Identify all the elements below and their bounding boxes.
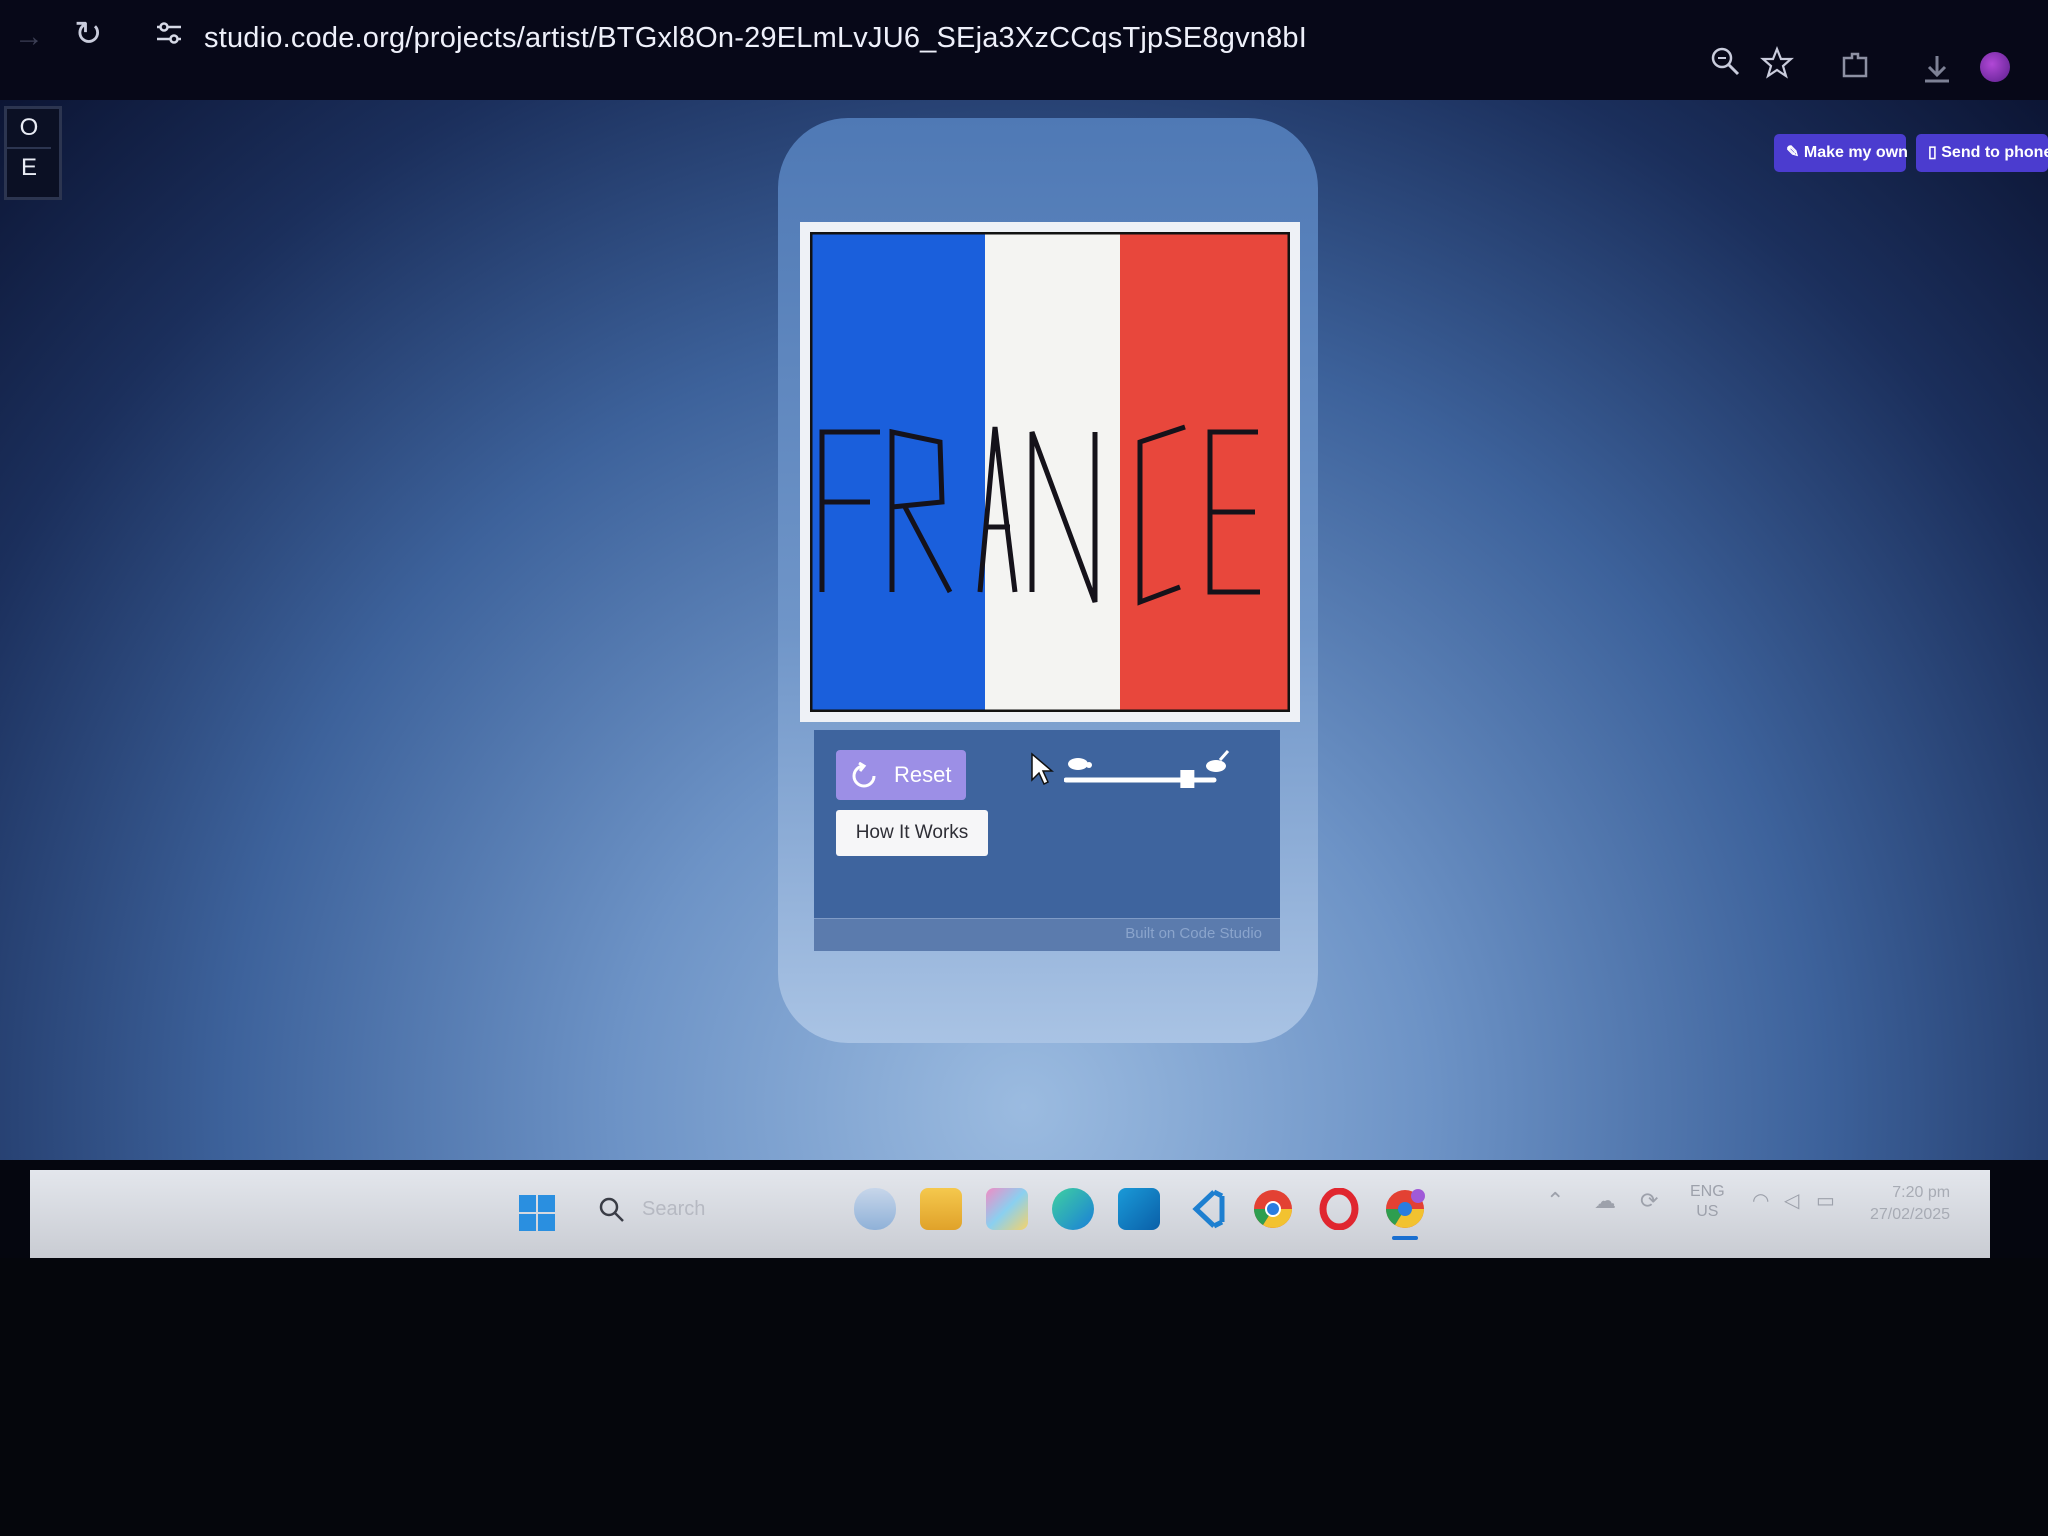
make-my-own-button[interactable]: ✎ Make my own <box>1774 134 1908 172</box>
zoom-icon[interactable] <box>1708 44 1742 78</box>
browser-toolbar: → ↻ studio.code.org/projects/artist/BTGx… <box>0 0 2048 100</box>
send-to-phone-button[interactable]: ▯ Send to phone <box>1916 134 2048 172</box>
phone-frame: Reset How It Works Built on Code Studio <box>778 118 1318 1043</box>
key-e[interactable]: E <box>7 149 51 187</box>
flag-blue-stripe <box>810 232 985 712</box>
star-icon[interactable] <box>1760 46 1794 80</box>
opera-icon[interactable] <box>1318 1188 1360 1230</box>
flag-white-stripe <box>985 232 1120 712</box>
footer-bar: Built on Code Studio <box>814 918 1280 951</box>
how-it-works-button[interactable]: How It Works <box>836 810 988 856</box>
controls-panel: Reset How It Works Built on Code Studio <box>814 730 1280 951</box>
volume-icon[interactable]: ◁ <box>1784 1188 1799 1213</box>
taskbar: Search ⌃ ☁ ⟳ ENG US ◠ ◁ ▭ 7:20 pm 27/02/… <box>30 1170 1990 1258</box>
windows-start-icon[interactable] <box>518 1194 556 1232</box>
download-icon[interactable] <box>1920 52 1954 86</box>
tray-chevron-icon[interactable]: ⌃ <box>1546 1188 1564 1214</box>
taskbar-search-field[interactable]: Search <box>642 1198 705 1221</box>
edge-icon[interactable] <box>1052 1188 1094 1230</box>
outlook-icon[interactable] <box>1118 1188 1160 1230</box>
speed-slider[interactable] <box>1064 748 1234 792</box>
turtle-icon <box>1068 758 1092 770</box>
sync-icon[interactable]: ⟳ <box>1640 1188 1658 1214</box>
phone-icon: ▯ <box>1928 144 1942 161</box>
mouse-cursor-icon <box>1031 752 1054 786</box>
reset-button[interactable]: Reset <box>836 750 966 800</box>
vscode-icon[interactable] <box>1186 1188 1228 1230</box>
search-icon[interactable] <box>598 1196 626 1224</box>
artist-stage <box>800 222 1300 722</box>
reset-icon <box>852 762 876 788</box>
laptop-bezel <box>0 1258 2048 1536</box>
file-explorer-icon[interactable] <box>920 1188 962 1230</box>
battery-icon[interactable]: ▭ <box>1816 1188 1835 1213</box>
edit-icon: ✎ <box>1786 144 1804 161</box>
built-on-code-studio-link[interactable]: Built on Code Studio <box>1125 925 1262 942</box>
page-background: O E ✎ Make my own ▯ Send to phone Reset … <box>0 100 2048 1160</box>
url-field[interactable]: studio.code.org/projects/artist/BTGxl8On… <box>204 22 1307 55</box>
system-clock[interactable]: 7:20 pm 27/02/2025 <box>1870 1182 1950 1226</box>
flag-red-stripe <box>1120 232 1290 712</box>
active-app-indicator <box>1392 1236 1418 1240</box>
speed-slider-thumb[interactable] <box>1180 770 1195 788</box>
chrome-profile-icon[interactable] <box>1384 1188 1426 1230</box>
language-indicator[interactable]: ENG US <box>1690 1182 1725 1222</box>
artist-canvas <box>810 232 1290 712</box>
site-info-icon[interactable] <box>154 18 184 48</box>
keyboard-overlay-panel: O E <box>4 106 62 200</box>
rabbit-icon <box>1206 750 1230 772</box>
weather-widget-icon[interactable] <box>854 1188 896 1230</box>
key-o[interactable]: O <box>7 109 51 149</box>
profile-avatar[interactable] <box>1980 52 2010 82</box>
chrome-icon[interactable] <box>1252 1188 1294 1230</box>
onedrive-icon[interactable]: ☁ <box>1594 1188 1616 1214</box>
reload-icon[interactable]: ↻ <box>74 14 103 54</box>
extensions-icon[interactable] <box>1838 48 1872 82</box>
forward-arrow-icon[interactable]: → <box>14 20 44 54</box>
copilot-icon[interactable] <box>986 1188 1028 1230</box>
screen: → ↻ studio.code.org/projects/artist/BTGx… <box>0 0 2048 1536</box>
wifi-icon[interactable]: ◠ <box>1752 1188 1769 1213</box>
reset-label: Reset <box>894 762 952 787</box>
